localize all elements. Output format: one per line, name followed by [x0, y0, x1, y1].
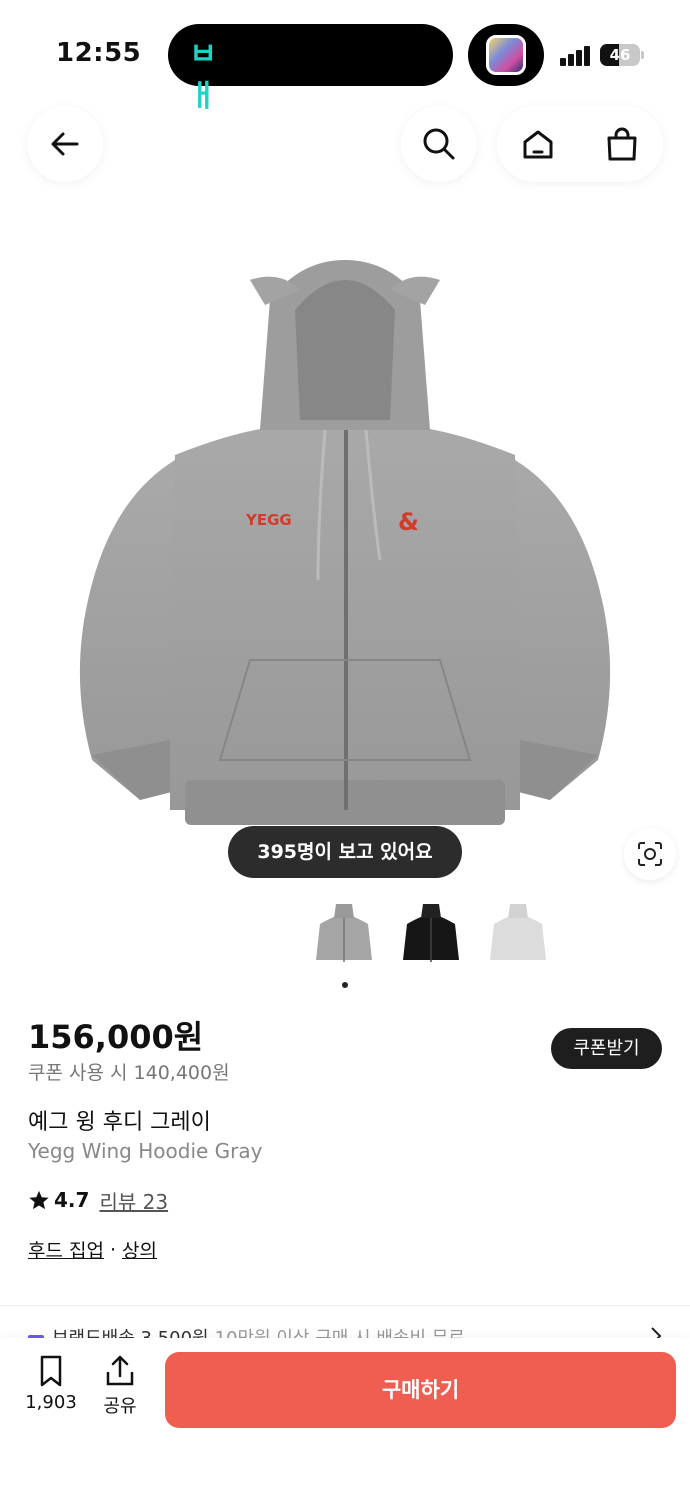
live-activity — [468, 24, 544, 86]
bookmark-count: 1,903 — [25, 1392, 77, 1413]
star-icon — [29, 1190, 49, 1210]
category-link-hood-zipup[interactable]: 후드 집업 — [28, 1236, 104, 1263]
status-time: 12:55 — [56, 38, 142, 68]
bookmark-button[interactable]: 1,903 — [22, 1354, 80, 1413]
thumbnail-light-gray[interactable] — [482, 900, 554, 972]
bottom-action-bar: 1,903 공유 구매하기 — [0, 1338, 690, 1500]
hoodie-logo-mark: & — [398, 508, 419, 536]
bookmark-icon — [40, 1355, 62, 1387]
share-button[interactable]: 공유 — [98, 1354, 142, 1418]
product-price: 156,000원 — [28, 1018, 204, 1056]
buy-button[interactable]: 구매하기 — [165, 1352, 676, 1428]
share-label: 공유 — [103, 1396, 137, 1417]
app-logo-icon: ㅂㅐ — [189, 37, 217, 114]
review-link[interactable]: 리뷰 23 — [99, 1186, 168, 1215]
battery-icon: 46 — [600, 44, 644, 66]
back-button[interactable] — [27, 106, 103, 182]
status-bar: 12:55 ㅂㅐ 46 — [0, 0, 690, 114]
category-breadcrumb: 후드 집업 · 상의 — [28, 1236, 157, 1263]
arrow-left-icon — [51, 132, 79, 156]
thumbnail-black[interactable] — [395, 900, 467, 972]
category-separator: · — [109, 1238, 117, 1261]
hoodie-logo-text: YEGG — [245, 511, 292, 529]
product-image[interactable]: YEGG & — [0, 200, 690, 890]
battery-level: 46 — [609, 46, 631, 64]
product-name-korean: 예그 윙 후디 그레이 — [28, 1110, 211, 1135]
product-name-english: Yegg Wing Hoodie Gray — [28, 1139, 263, 1163]
image-search-button[interactable] — [624, 828, 676, 880]
carousel-indicator — [342, 982, 348, 988]
home-button[interactable] — [497, 106, 579, 182]
thumbnail-gray[interactable] — [308, 900, 380, 972]
dynamic-island: ㅂㅐ — [168, 24, 453, 114]
viewers-badge: 395명이 보고 있어요 — [228, 826, 462, 878]
scan-icon — [638, 842, 662, 866]
rating-row: 4.7 리뷰 23 — [28, 1186, 168, 1214]
app-thumbnail-icon — [486, 35, 526, 75]
shopping-bag-icon — [607, 127, 637, 161]
cart-button[interactable] — [581, 106, 663, 182]
signal-icon — [560, 44, 592, 66]
nav-pill — [497, 106, 663, 182]
search-button[interactable] — [401, 106, 477, 182]
coupon-price: 쿠폰 사용 시 140,400원 — [28, 1062, 230, 1084]
coupon-button[interactable]: 쿠폰받기 — [551, 1028, 662, 1069]
category-link-top[interactable]: 상의 — [122, 1236, 157, 1263]
share-icon — [106, 1355, 134, 1386]
divider — [0, 1305, 690, 1306]
rating-value: 4.7 — [54, 1188, 90, 1212]
home-icon — [523, 130, 553, 159]
hoodie-illustration: YEGG & — [79, 260, 611, 825]
search-icon — [423, 128, 455, 160]
